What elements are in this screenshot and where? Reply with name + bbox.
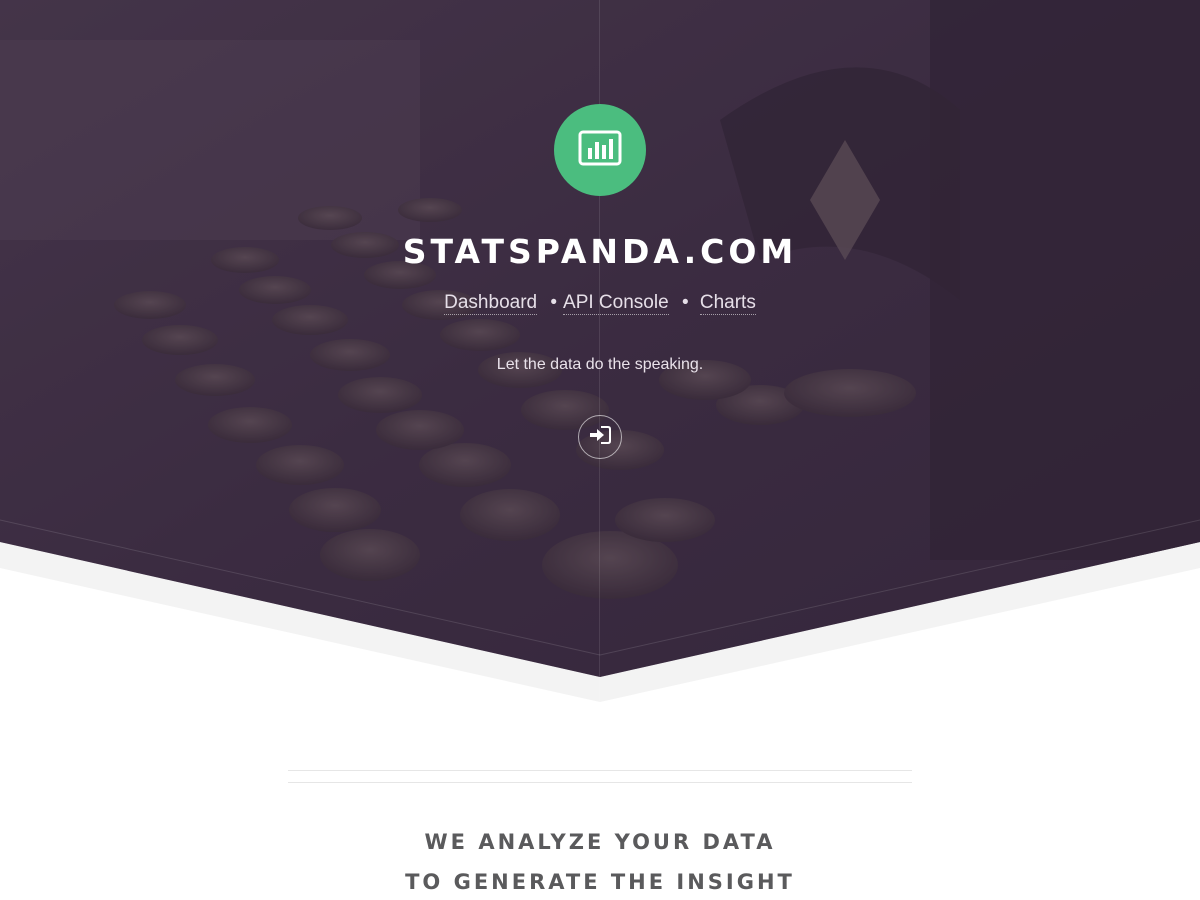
main-nav: Dashboard • API Console • Charts	[0, 292, 1200, 315]
hero-section: STATSPANDA.COM Dashboard • API Console • …	[0, 0, 1200, 900]
nav-link-dashboard[interactable]: Dashboard	[444, 292, 538, 315]
sign-in-icon	[589, 425, 611, 449]
site-title: STATSPANDA.COM	[402, 232, 798, 271]
logo[interactable]	[554, 104, 646, 196]
bar-chart-icon	[578, 130, 622, 171]
tagline: Let the data do the speaking.	[496, 356, 704, 373]
nav-link-api-console[interactable]: API Console	[563, 292, 669, 315]
login-button[interactable]	[578, 415, 622, 459]
section-divider-bottom	[288, 782, 912, 783]
nav-link-charts[interactable]: Charts	[699, 292, 756, 315]
nav-separator: •	[681, 292, 689, 313]
nav-separator: •	[550, 292, 558, 313]
section-divider-top	[288, 770, 912, 771]
intro-heading-line-2: TO GENERATE THE INSIGHT	[405, 870, 795, 894]
landing-page: STATSPANDA.COM Dashboard • API Console • …	[0, 0, 1200, 900]
intro-heading-line-1: WE ANALYZE YOUR DATA	[424, 830, 776, 854]
